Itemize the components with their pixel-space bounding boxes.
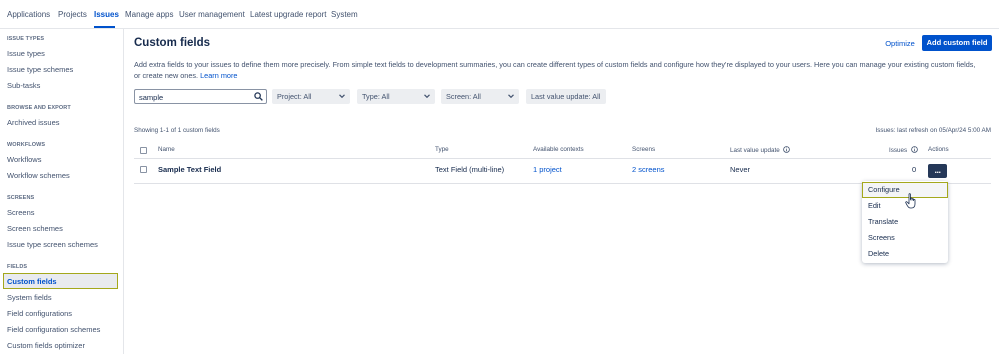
sidebar-item-issue-type-screen-schemes[interactable]: Issue type screen schemes	[7, 240, 98, 249]
col-header-issues-label: Issues	[889, 147, 908, 154]
project-filter-label: Project: All	[277, 92, 312, 101]
field-issues-count: 0	[912, 165, 917, 174]
nav-projects[interactable]: Projects	[58, 10, 87, 19]
sidebar-item-screen-schemes[interactable]: Screen schemes	[7, 224, 63, 233]
search-input[interactable]: sample	[134, 89, 267, 104]
nav-applications[interactable]: Applications	[7, 10, 50, 19]
col-header-contexts: Available contexts	[533, 146, 584, 153]
screen-filter-label: Screen: All	[446, 92, 481, 101]
type-filter[interactable]: Type: All	[357, 89, 435, 104]
col-header-actions: Actions	[928, 146, 949, 153]
chevron-down-icon	[424, 94, 430, 99]
sidebar-section-browse-export: BROWSE AND EXPORT	[7, 105, 71, 111]
description-line2: or create new ones.	[134, 71, 199, 80]
nav-active-indicator	[94, 26, 115, 28]
type-filter-label: Type: All	[362, 92, 390, 101]
row-actions-button[interactable]: ...	[928, 164, 947, 178]
col-header-name[interactable]: Name	[158, 146, 175, 153]
sidebar-item-archived-issues[interactable]: Archived issues	[7, 118, 60, 127]
sidebar: ISSUE TYPES Issue types Issue type schem…	[0, 29, 124, 354]
sidebar-item-custom-fields-label: Custom fields	[7, 277, 57, 286]
sidebar-item-field-configurations[interactable]: Field configurations	[7, 309, 72, 318]
add-custom-field-button[interactable]: Add custom field	[922, 35, 992, 51]
col-header-screens: Screens	[632, 146, 656, 153]
info-icon[interactable]	[911, 146, 918, 153]
last-value-update-filter[interactable]: Last value update: All	[526, 89, 606, 104]
sidebar-item-issue-types[interactable]: Issue types	[7, 49, 45, 58]
nav-manage-apps[interactable]: Manage apps	[125, 10, 173, 19]
sidebar-item-workflow-schemes[interactable]: Workflow schemes	[7, 171, 70, 180]
field-name[interactable]: Sample Text Field	[158, 165, 221, 174]
search-value: sample	[139, 93, 164, 102]
more-icon: ...	[934, 165, 941, 175]
menu-item-screens[interactable]: Screens	[862, 230, 948, 246]
learn-more-link[interactable]: Learn more	[200, 71, 237, 80]
field-type: Text Field (multi-line)	[435, 165, 505, 174]
nav-system[interactable]: System	[331, 10, 358, 19]
menu-item-delete[interactable]: Delete	[862, 246, 948, 262]
screen-filter[interactable]: Screen: All	[441, 89, 519, 104]
field-contexts-link[interactable]: 1 project	[533, 165, 562, 174]
select-all-checkbox[interactable]	[140, 147, 147, 154]
chevron-down-icon	[508, 94, 514, 99]
row-checkbox[interactable]	[140, 166, 147, 173]
sidebar-section-issue-types: ISSUE TYPES	[7, 36, 45, 42]
top-navigation: Applications Projects Issues Manage apps…	[0, 0, 999, 29]
col-header-last-value-update-label: Last value update	[730, 147, 780, 154]
sidebar-item-workflows[interactable]: Workflows	[7, 155, 41, 164]
project-filter[interactable]: Project: All	[272, 89, 350, 104]
page-description: Add extra fields to your issues to defin…	[134, 59, 994, 81]
nav-user-management[interactable]: User management	[179, 10, 245, 19]
sidebar-item-custom-fields-optimizer[interactable]: Custom fields optimizer	[7, 341, 85, 350]
results-count: Showing 1-1 of 1 custom fields	[134, 127, 220, 134]
table-header-divider	[134, 158, 991, 159]
chevron-down-icon	[339, 94, 345, 99]
last-refresh-text: Issues: last refresh on 05/Apr/24 5:00 A…	[875, 127, 991, 134]
nav-issues[interactable]: Issues	[94, 10, 119, 19]
sidebar-item-field-configuration-schemes[interactable]: Field configuration schemes	[7, 325, 100, 334]
col-header-type: Type	[435, 146, 449, 153]
hand-cursor-icon	[905, 193, 916, 209]
field-screens-link[interactable]: 2 screens	[632, 165, 665, 174]
menu-item-translate[interactable]: Translate	[862, 214, 948, 230]
sidebar-section-workflows: WORKFLOWS	[7, 142, 46, 148]
search-icon[interactable]	[254, 92, 263, 101]
last-value-update-filter-label: Last value update: All	[531, 92, 601, 101]
sidebar-item-screens[interactable]: Screens	[7, 208, 35, 217]
nav-latest-upgrade-report[interactable]: Latest upgrade report	[250, 10, 327, 19]
sidebar-section-screens: SCREENS	[7, 195, 35, 201]
optimize-button[interactable]: Optimize	[881, 37, 919, 50]
info-icon[interactable]	[783, 146, 791, 153]
col-header-last-value-update: Last value update	[730, 146, 791, 154]
sidebar-item-system-fields[interactable]: System fields	[7, 293, 52, 302]
col-header-issues: Issues	[889, 146, 918, 154]
sidebar-section-fields: FIELDS	[7, 264, 28, 270]
field-last-value-update: Never	[730, 165, 751, 174]
description-line1: Add extra fields to your issues to defin…	[134, 60, 976, 69]
sidebar-item-issue-type-schemes[interactable]: Issue type schemes	[7, 65, 73, 74]
page-title: Custom fields	[134, 37, 211, 49]
sidebar-item-sub-tasks[interactable]: Sub-tasks	[7, 81, 40, 90]
